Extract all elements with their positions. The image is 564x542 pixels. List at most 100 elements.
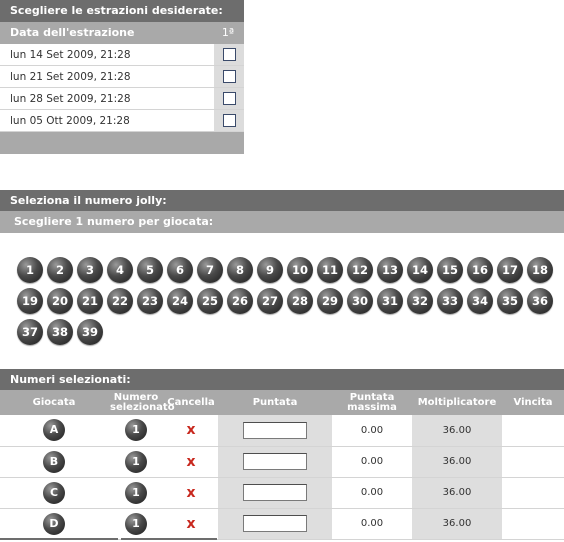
number-ball[interactable]: 7 [197,257,223,283]
max-stake: 0.00 [332,415,412,447]
number-ball[interactable]: 12 [347,257,373,283]
multiplier: 36.00 [412,415,502,447]
number-ball[interactable]: 10 [287,257,313,283]
number-ball[interactable]: 37 [17,319,43,345]
selected-number-ball: 1 [125,450,147,473]
draw-first-header: 1ª [221,26,235,39]
number-ball[interactable]: 31 [377,288,403,314]
cancel-icon[interactable]: x [186,516,195,532]
stake-input[interactable] [243,515,307,532]
jolly-section: Seleziona il numero jolly: Scegliere 1 n… [0,190,564,233]
stake-input[interactable] [243,484,307,501]
jolly-title: Seleziona il numero jolly: [0,190,564,211]
number-ball[interactable]: 14 [407,257,433,283]
winning [502,477,564,509]
max-stake: 0.00 [332,477,412,509]
number-ball[interactable]: 8 [227,257,253,283]
number-ball[interactable]: 33 [437,288,463,314]
multiplier: 36.00 [412,477,502,509]
draws-header: Data dell'estrazione 1ª [0,22,244,44]
selected-number-ball: 1 [125,512,147,535]
table-row: A 1 x 0.00 36.00 [0,415,564,447]
number-ball[interactable]: 29 [317,288,343,314]
header-puntata: Puntata [218,390,332,415]
number-ball[interactable]: 2 [47,257,73,283]
number-ball[interactable]: 1 [17,257,43,283]
header-vincita: Vincita [502,390,564,415]
draw-checkbox[interactable] [222,92,236,105]
max-stake: 0.00 [332,446,412,478]
draw-date-header: Data dell'estrazione [10,26,135,39]
number-ball[interactable]: 3 [77,257,103,283]
number-ball[interactable]: 6 [167,257,193,283]
draws-panel: Scegliere le estrazioni desiderate: Data… [0,0,244,154]
draw-date: lun 05 Ott 2009, 21:28 [10,115,130,127]
draw-row: lun 21 Set 2009, 21:28 [0,66,244,88]
cancel-icon[interactable]: x [186,422,195,438]
winning [502,508,564,540]
giocata-ball: D [43,512,65,535]
jolly-subtitle: Scegliere 1 numero per giocata: [0,211,564,233]
winning [502,415,564,447]
number-ball[interactable]: 30 [347,288,373,314]
number-ball[interactable]: 35 [497,288,523,314]
number-ball[interactable]: 11 [317,257,343,283]
cancel-icon[interactable]: x [186,485,195,501]
number-ball[interactable]: 13 [377,257,403,283]
draw-row: lun 14 Set 2009, 21:28 [0,44,244,66]
stake-input[interactable] [243,421,307,439]
number-ball[interactable]: 19 [17,288,43,314]
number-ball[interactable]: 39 [77,319,103,345]
selected-header-row: Giocata Numero selezionato Cancella Punt… [0,390,564,415]
draw-checkbox[interactable] [222,70,236,83]
header-giocata: Giocata [0,390,108,415]
number-ball[interactable]: 36 [527,288,553,314]
selected-number-ball: 1 [125,481,147,504]
number-ball[interactable]: 38 [47,319,73,345]
bottom-divider [0,538,564,542]
max-stake: 0.00 [332,508,412,540]
stake-input[interactable] [243,453,307,470]
number-ball[interactable]: 28 [287,288,313,314]
header-puntata-massima: Puntata massima [332,390,412,415]
number-ball[interactable]: 15 [437,257,463,283]
draws-footer [0,132,244,154]
number-ball[interactable]: 18 [527,257,553,283]
table-row: D 1 x 0.00 36.00 [0,508,564,540]
header-numero: Numero selezionato [108,390,175,415]
number-ball[interactable]: 25 [197,288,223,314]
number-ball[interactable]: 34 [467,288,493,314]
cancel-icon[interactable]: x [186,454,195,470]
number-ball[interactable]: 23 [137,288,163,314]
draw-date: lun 21 Set 2009, 21:28 [10,71,131,83]
draw-date: lun 14 Set 2009, 21:28 [10,49,131,61]
selected-number-ball: 1 [125,419,147,442]
number-ball[interactable]: 22 [107,288,133,314]
number-ball[interactable]: 9 [257,257,283,283]
draws-title: Scegliere le estrazioni desiderate: [0,0,244,22]
draw-row: lun 05 Ott 2009, 21:28 [0,110,244,132]
number-ball[interactable]: 26 [227,288,253,314]
number-ball[interactable]: 5 [137,257,163,283]
selected-table: Giocata Numero selezionato Cancella Punt… [0,390,564,540]
selected-title: Numeri selezionati: [0,369,564,390]
draw-checkbox[interactable] [222,48,236,61]
giocata-ball: A [43,419,65,442]
number-ball[interactable]: 32 [407,288,433,314]
giocata-ball: C [43,481,65,504]
number-ball[interactable]: 4 [107,257,133,283]
number-ball[interactable]: 21 [77,288,103,314]
winning [502,446,564,478]
number-ball[interactable]: 17 [497,257,523,283]
header-moltiplicatore: Moltiplicatore [412,390,502,415]
draw-checkbox[interactable] [222,114,236,127]
number-ball[interactable]: 24 [167,288,193,314]
multiplier: 36.00 [412,508,502,540]
number-ball[interactable]: 16 [467,257,493,283]
multiplier: 36.00 [412,446,502,478]
draw-date: lun 28 Set 2009, 21:28 [10,93,131,105]
number-ball[interactable]: 20 [47,288,73,314]
draw-row: lun 28 Set 2009, 21:28 [0,88,244,110]
selected-section: Numeri selezionati: Giocata Numero selez… [0,369,564,540]
number-ball[interactable]: 27 [257,288,283,314]
